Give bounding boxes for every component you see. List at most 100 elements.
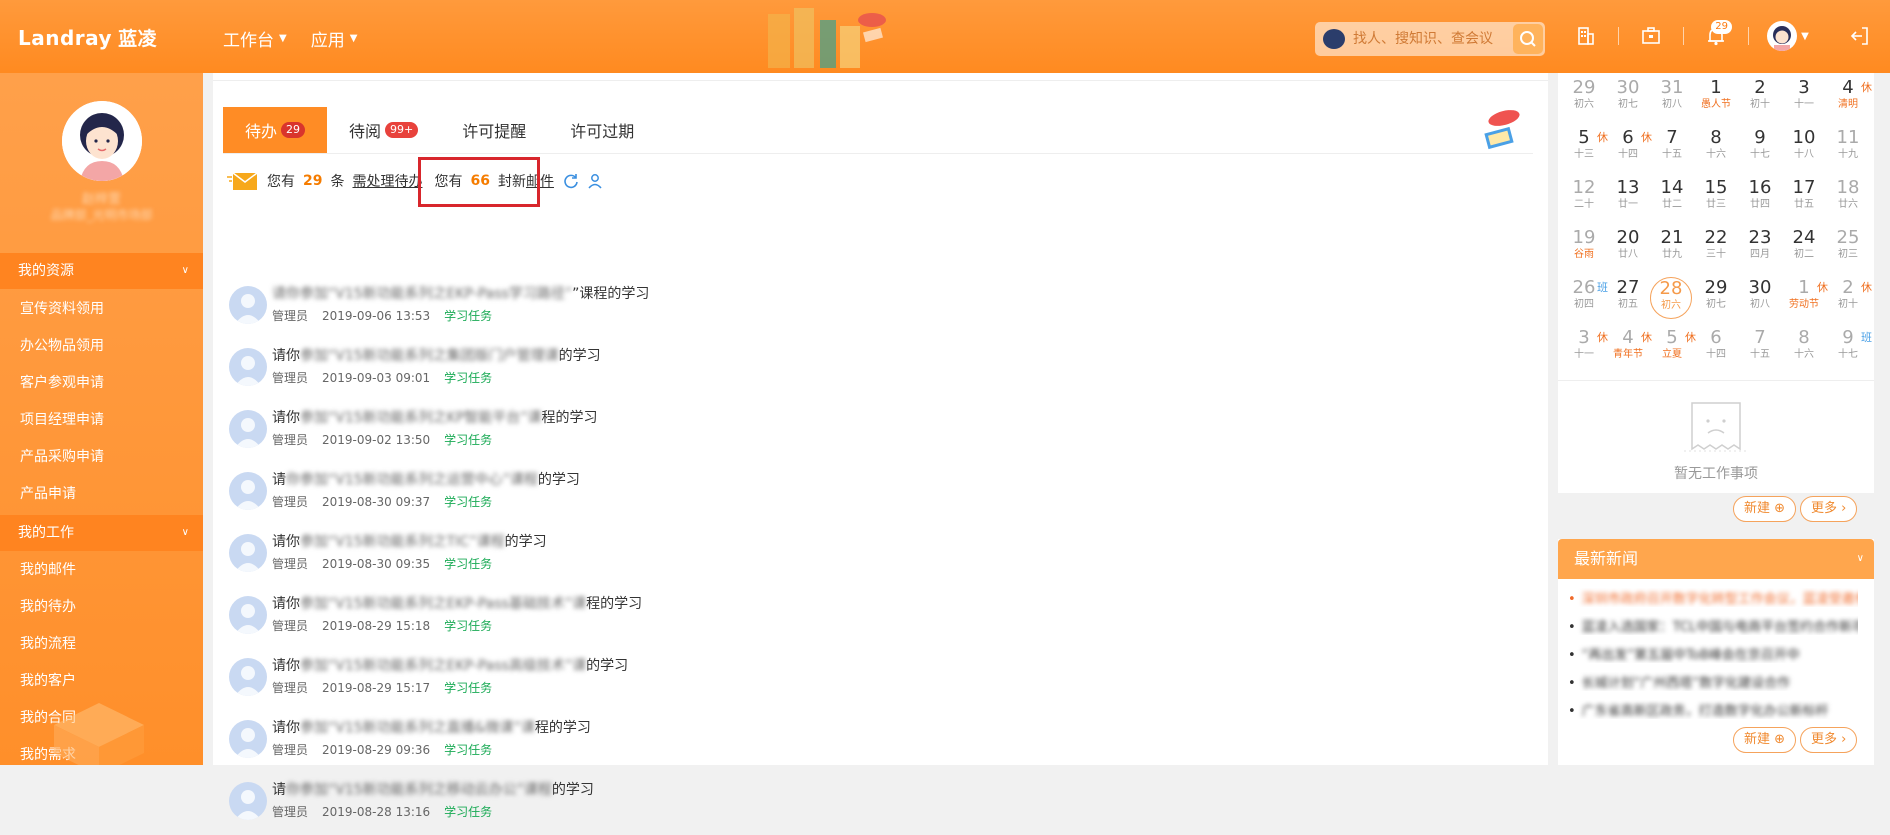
task-title[interactable]: 请你参加“V15新功能系列之运营中心”课程的学习 xyxy=(272,469,580,489)
sidebar-item-office-supplies[interactable]: 办公物品领用 xyxy=(20,336,104,356)
calendar-day[interactable]: 26 初四班 xyxy=(1562,277,1608,323)
sidebar-item-my-process[interactable]: 我的流程 xyxy=(20,634,76,654)
sidebar-item-product-application[interactable]: 产品申请 xyxy=(20,484,76,504)
news-item[interactable]: • 深圳市政府召开数字化转型工作会议，蓝凌受邀参会 xyxy=(1568,588,1858,607)
calendar-day[interactable]: 5 十三休 xyxy=(1562,127,1608,173)
calendar-day[interactable]: 30 初七 xyxy=(1606,77,1650,123)
calendar-day[interactable]: 12 二十 xyxy=(1562,177,1606,223)
calendar-day[interactable]: 5 立夏休 xyxy=(1650,327,1696,373)
calendar-day[interactable]: 29 初七 xyxy=(1694,277,1738,323)
calendar-day-number: 30 xyxy=(1748,277,1772,298)
calendar-day[interactable]: 29 初六 xyxy=(1562,77,1606,123)
list-item[interactable]: 请你参加“V15新功能系列之EKP-Pass学习路径””课程的学习 管理员 201… xyxy=(229,283,1029,339)
nav-workbench[interactable]: 工作台 ▼ xyxy=(223,26,287,51)
calendar-day[interactable]: 1 劳动节休 xyxy=(1782,277,1828,323)
calendar-day[interactable]: 1 愚人节 xyxy=(1694,77,1738,123)
calendar-day[interactable]: 2 初十 xyxy=(1738,77,1782,123)
list-item[interactable]: 请你参加“V15新功能系列之移动云办公”课程的学习 管理员 2019-08-28 … xyxy=(229,779,1029,835)
calendar-day[interactable]: 4 清明休 xyxy=(1826,77,1872,123)
calendar-day[interactable]: 22 三十 xyxy=(1694,227,1738,273)
contact-icon[interactable] xyxy=(586,172,604,190)
news-item[interactable]: • “再出发”第五届中ToB峰会在京召开中 xyxy=(1568,644,1858,663)
calendar-day[interactable]: 27 初五 xyxy=(1606,277,1650,323)
calendar-day[interactable]: 23 四月 xyxy=(1738,227,1782,273)
calendar-day[interactable]: 8 十六 xyxy=(1782,327,1826,373)
calendar-day[interactable]: 6 十四休 xyxy=(1606,127,1652,173)
sidebar-section-work[interactable]: 我的工作 ∨ xyxy=(0,515,203,551)
list-item[interactable]: 请你参加“V15新功能系列之EKP-Pass高级技术”课的学习 管理员 2019-… xyxy=(229,655,1029,711)
assistant-robot-icon[interactable] xyxy=(1323,29,1345,49)
calendar-day[interactable]: 16 廿四 xyxy=(1738,177,1782,223)
news-item[interactable]: • 蓝凌入选国家：TCL中国与电商平台签约合作新项目 xyxy=(1568,616,1858,635)
user-menu[interactable]: ▼ xyxy=(1763,18,1813,54)
sidebar-item-promo-material[interactable]: 宣传资料领用 xyxy=(20,299,104,319)
news-new-button[interactable]: 新建 ⊕ xyxy=(1733,727,1797,753)
calendar-day[interactable]: 17 廿五 xyxy=(1782,177,1826,223)
news-more-button[interactable]: 更多 › xyxy=(1800,727,1858,753)
nav-apps[interactable]: 应用 ▼ xyxy=(311,26,358,51)
calendar-day[interactable]: 11 十九 xyxy=(1826,127,1870,173)
notification-button[interactable]: 29 xyxy=(1698,18,1734,54)
calendar-day[interactable]: 15 廿三 xyxy=(1694,177,1738,223)
task-title[interactable]: 请你参加“V15新功能系列之EKP-Pass高级技术”课的学习 xyxy=(272,655,628,675)
task-title[interactable]: 请你参加“V15新功能系列之TIC”课程的学习 xyxy=(272,531,547,551)
calendar-day[interactable]: 30 初八 xyxy=(1738,277,1782,323)
calendar-more-button[interactable]: 更多 › xyxy=(1800,496,1858,522)
calendar-day[interactable]: 24 初二 xyxy=(1782,227,1826,273)
calendar-day-today[interactable]: 28 初六 xyxy=(1650,277,1692,319)
calendar-day[interactable]: 20 廿八 xyxy=(1606,227,1650,273)
logo[interactable]: Landray 蓝凌 xyxy=(18,24,157,51)
pending-todo-link[interactable]: 需处理待办 xyxy=(352,171,422,191)
news-item[interactable]: • 广东省高新区政务，打造数字化办公新标杆 xyxy=(1568,700,1858,719)
list-item[interactable]: 请你参加“V15新功能系列之TIC”课程的学习 管理员 2019-08-30 09… xyxy=(229,531,1029,587)
list-item[interactable]: 请你参加“V15新功能系列之EKP-Pass基础技术”课程的学习 管理员 2019… xyxy=(229,593,1029,649)
task-title[interactable]: 请你参加“V15新功能系列之KP智能平台”课程的学习 xyxy=(272,407,598,427)
calendar-day[interactable]: 7 十五 xyxy=(1738,327,1782,373)
calendar-day[interactable]: 2 初十休 xyxy=(1826,277,1872,323)
calendar-day[interactable]: 19 谷雨 xyxy=(1562,227,1606,273)
search-button[interactable] xyxy=(1513,24,1543,54)
calendar-day[interactable]: 21 廿九 xyxy=(1650,227,1694,273)
search-input[interactable] xyxy=(1351,27,1501,51)
task-title[interactable]: 请你参加“V15新功能系列之移动云办公”课程的学习 xyxy=(272,779,594,799)
calendar-day[interactable]: 3 十一休 xyxy=(1562,327,1608,373)
refresh-icon[interactable] xyxy=(562,172,580,190)
sidebar-item-product-purchase[interactable]: 产品采购申请 xyxy=(20,447,104,467)
avatar[interactable] xyxy=(62,101,142,181)
calendar-day[interactable]: 8 十六 xyxy=(1694,127,1738,173)
calendar-new-button[interactable]: 新建 ⊕ xyxy=(1733,496,1797,522)
org-building-button[interactable] xyxy=(1568,18,1604,54)
calendar-day[interactable]: 9 十七班 xyxy=(1826,327,1872,373)
sidebar-section-resources[interactable]: 我的资源 ∨ xyxy=(0,253,203,289)
tab-toread[interactable]: 待阅 99+ xyxy=(327,107,440,153)
sidebar-item-my-todo[interactable]: 我的待办 xyxy=(20,597,76,617)
sidebar-item-customer-visit[interactable]: 客户参观申请 xyxy=(20,373,104,393)
task-title[interactable]: 请你参加“V15新功能系列之直播&微课”课程的学习 xyxy=(272,717,591,737)
logout-button[interactable] xyxy=(1842,18,1878,54)
calendar-day[interactable]: 9 十七 xyxy=(1738,127,1782,173)
task-title[interactable]: 请你参加“V15新功能系列之EKP-Pass学习路径””课程的学习 xyxy=(272,283,649,303)
list-item[interactable]: 请你参加“V15新功能系列之集团版门户管理课的学习 管理员 2019-09-03 … xyxy=(229,345,1029,401)
calendar-day[interactable]: 18 廿六 xyxy=(1826,177,1870,223)
tab-license-expired[interactable]: 许可过期 xyxy=(548,107,656,153)
news-item[interactable]: • 长城计划“广州西塔”数字化建设合作 xyxy=(1568,672,1858,691)
calendar-day[interactable]: 25 初三 xyxy=(1826,227,1870,273)
chevron-down-icon[interactable]: ∨ xyxy=(1857,539,1864,579)
briefcase-button[interactable] xyxy=(1633,18,1669,54)
list-item[interactable]: 请你参加“V15新功能系列之运营中心”课程的学习 管理员 2019-08-30 0… xyxy=(229,469,1029,525)
calendar-day[interactable]: 6 十四 xyxy=(1694,327,1738,373)
tab-todo[interactable]: 待办 29 xyxy=(223,107,328,153)
sidebar-item-my-mail[interactable]: 我的邮件 xyxy=(20,560,76,580)
list-item[interactable]: 请你参加“V15新功能系列之KP智能平台”课程的学习 管理员 2019-09-02… xyxy=(229,407,1029,463)
calendar-day[interactable]: 13 廿一 xyxy=(1606,177,1650,223)
tab-license-reminder[interactable]: 许可提醒 xyxy=(440,107,548,153)
task-title[interactable]: 请你参加“V15新功能系列之EKP-Pass基础技术”课程的学习 xyxy=(272,593,642,613)
calendar-day[interactable]: 3 十一 xyxy=(1782,77,1826,123)
sidebar-item-pm-application[interactable]: 项目经理申请 xyxy=(20,410,104,430)
task-title[interactable]: 请你参加“V15新功能系列之集团版门户管理课的学习 xyxy=(272,345,601,365)
calendar-day[interactable]: 31 初八 xyxy=(1650,77,1694,123)
calendar-day[interactable]: 10 十八 xyxy=(1782,127,1826,173)
calendar-day[interactable]: 7 十五 xyxy=(1650,127,1694,173)
calendar-day[interactable]: 4 青年节休 xyxy=(1606,327,1652,373)
calendar-day[interactable]: 14 廿二 xyxy=(1650,177,1694,223)
